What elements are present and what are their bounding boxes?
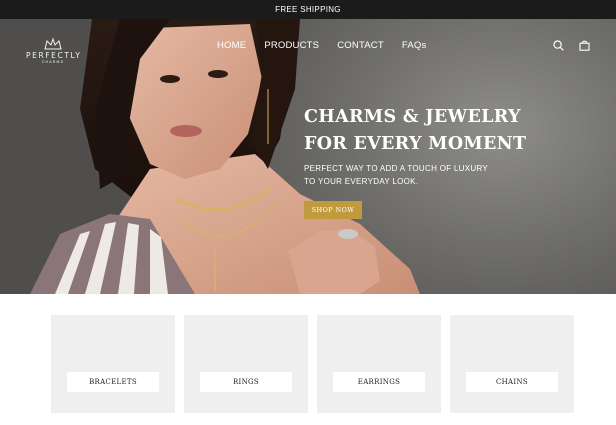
hero-headline: CHARMS & JEWELRY FOR EVERY MOMENT <box>304 104 526 158</box>
category-label[interactable]: EARRINGS <box>333 372 425 392</box>
brand-tagline: CHARMS <box>41 60 65 64</box>
header-actions <box>553 40 590 51</box>
hero-headline-line1: CHARMS & JEWELRY <box>304 107 521 127</box>
brand-logo[interactable]: PERFECTLY CHARMS <box>26 37 80 65</box>
category-label[interactable]: CHAINS <box>466 372 558 392</box>
category-card-chains[interactable]: CHAINS <box>450 315 574 413</box>
hero-headline-line2: FOR EVERY MOMENT <box>304 134 527 154</box>
brand-name: PERFECTLY <box>26 51 82 60</box>
hero-subtext: PERFECT WAY TO ADD A TOUCH OF LUXURY TO … <box>304 162 504 188</box>
nav-home[interactable]: HOME <box>217 40 246 51</box>
hero-banner: PERFECTLY CHARMS HOME PRODUCTS CONTACT F… <box>0 19 616 294</box>
announcement-bar: FREE SHIPPING <box>0 0 616 19</box>
category-card-bracelets[interactable]: BRACELETS <box>51 315 175 413</box>
crown-icon <box>44 37 62 50</box>
category-label[interactable]: RINGS <box>200 372 292 392</box>
category-label[interactable]: BRACELETS <box>67 372 159 392</box>
search-icon[interactable] <box>553 40 564 51</box>
nav-products[interactable]: PRODUCTS <box>264 40 319 51</box>
hero-subtext-line2: TO YOUR EVERYDAY LOOK. <box>304 177 419 186</box>
hero-subtext-line1: PERFECT WAY TO ADD A TOUCH OF LUXURY <box>304 164 489 173</box>
nav-faqs[interactable]: FAQs <box>402 40 427 51</box>
cart-icon[interactable] <box>579 40 590 51</box>
shop-now-button[interactable]: SHOP NOW <box>304 201 362 219</box>
category-card-earrings[interactable]: EARRINGS <box>317 315 441 413</box>
announcement-text: FREE SHIPPING <box>275 5 341 14</box>
category-grid: BRACELETS RINGS EARRINGS CHAINS <box>51 315 574 413</box>
category-card-rings[interactable]: RINGS <box>184 315 308 413</box>
main-nav: HOME PRODUCTS CONTACT FAQs <box>217 40 426 51</box>
nav-contact[interactable]: CONTACT <box>337 40 384 51</box>
